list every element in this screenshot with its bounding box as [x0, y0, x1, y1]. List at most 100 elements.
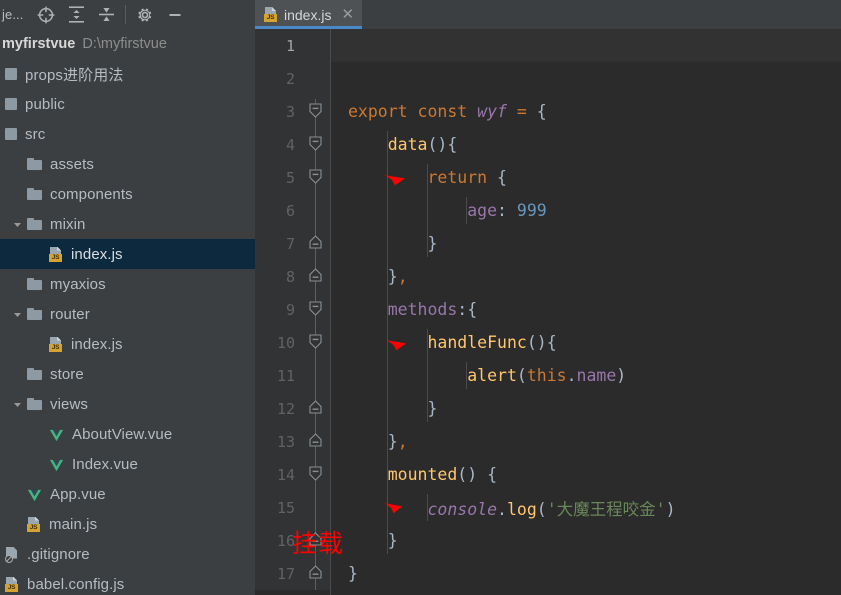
code-line[interactable]: 17}	[255, 557, 841, 590]
tab-index-js[interactable]: JS index.js ✕	[255, 0, 363, 29]
code-line[interactable]: 3 export const wyf = {	[255, 95, 841, 128]
tree-item-label: props进阶用法	[25, 66, 124, 84]
fold-expanded-icon[interactable]	[308, 103, 323, 119]
fold-end-icon[interactable]	[308, 532, 323, 548]
code-line[interactable]: 14 mounted() {	[255, 458, 841, 491]
main-area: myfirstvue D:\myfirstvue props进阶用法 public…	[0, 29, 841, 595]
line-number: 12	[276, 399, 295, 418]
code-text: data(){	[387, 135, 458, 154]
tree-item-myaxios[interactable]: myaxios	[0, 269, 255, 299]
project-tool-label[interactable]: je...	[0, 7, 23, 22]
tree-item-index-js[interactable]: JS index.js	[0, 239, 255, 269]
fold-end-icon[interactable]	[308, 400, 323, 416]
fold-end-icon[interactable]	[308, 268, 323, 284]
code-line[interactable]: 4 data(){	[255, 128, 841, 161]
js-file-icon: JS	[49, 336, 63, 352]
tree-item-main-js[interactable]: JS main.js	[0, 509, 255, 539]
js-file-icon: JS	[27, 516, 41, 532]
tree-item-babel-config-js[interactable]: JS babel.config.js	[0, 569, 255, 595]
tree-item-label: assets	[50, 155, 94, 173]
js-file-icon: JS	[264, 7, 278, 22]
chevron-down-icon[interactable]	[13, 220, 22, 229]
tree-item-label: AboutView.vue	[72, 425, 173, 443]
fold-expanded-icon[interactable]	[308, 466, 323, 482]
tree-item-public[interactable]: public	[0, 89, 255, 119]
code-line[interactable]: 11 alert(this.name)	[255, 359, 841, 392]
vue-file-icon	[27, 487, 42, 502]
code-line[interactable]: 5 return {	[255, 161, 841, 194]
line-number: 2	[285, 69, 295, 88]
tree-item-label: main.js	[49, 515, 98, 533]
tree-item-components[interactable]: components	[0, 179, 255, 209]
module-icon	[5, 128, 17, 140]
code-line[interactable]: 10 handleFunc(){	[255, 326, 841, 359]
tree-item-label: mixin	[50, 215, 86, 233]
tree-item-props[interactable]: props进阶用法	[0, 59, 255, 89]
line-number: 9	[285, 300, 295, 319]
folder-icon	[27, 307, 42, 321]
code-line[interactable]: 1	[255, 29, 841, 62]
code-line[interactable]: 13 },	[255, 425, 841, 458]
folder-icon	[27, 367, 42, 381]
line-number: 5	[285, 168, 295, 187]
code-text: alert(this.name)	[467, 366, 627, 385]
fold-expanded-icon[interactable]	[308, 301, 323, 317]
gear-icon[interactable]	[130, 1, 160, 28]
code-text: console.log('大魔王程咬金')	[427, 499, 676, 519]
code-line[interactable]: 6 age: 999	[255, 194, 841, 227]
code-line[interactable]: 15 console.log('大魔王程咬金')	[255, 491, 841, 524]
code-line[interactable]: 7 }	[255, 227, 841, 260]
expand-all-icon[interactable]	[61, 1, 91, 28]
code-text: }	[387, 531, 398, 550]
code-line[interactable]: 9 methods:{	[255, 293, 841, 326]
code-line[interactable]: 12 }	[255, 392, 841, 425]
tree-item-label: .gitignore	[27, 545, 90, 563]
line-number: 10	[276, 333, 295, 352]
tree-item-src[interactable]: src	[0, 119, 255, 149]
line-number: 1	[285, 36, 295, 55]
close-icon[interactable]: ✕	[341, 7, 354, 22]
fold-end-icon[interactable]	[308, 433, 323, 449]
minimize-icon[interactable]	[160, 1, 190, 28]
tree-item-aboutview-vue[interactable]: AboutView.vue	[0, 419, 255, 449]
tree-item-index-js[interactable]: JS index.js	[0, 329, 255, 359]
code-line[interactable]: 8 },	[255, 260, 841, 293]
fold-end-icon[interactable]	[308, 565, 323, 581]
project-root-path: D:\myfirstvue	[82, 36, 167, 52]
toolbar-separator	[125, 5, 127, 24]
indent-guide	[386, 131, 388, 554]
tree-item-gitignore[interactable]: .gitignore	[0, 539, 255, 569]
locate-target-icon[interactable]	[31, 1, 61, 28]
tree-item-router[interactable]: router	[0, 299, 255, 329]
tree-item-store[interactable]: store	[0, 359, 255, 389]
indent-guide	[426, 164, 428, 257]
fold-end-icon[interactable]	[308, 235, 323, 251]
tree-item-assets[interactable]: assets	[0, 149, 255, 179]
line-number: 14	[276, 465, 295, 484]
top-bar: je... JS index.js ✕	[0, 0, 841, 29]
fold-expanded-icon[interactable]	[308, 334, 323, 350]
tree-item-index-vue[interactable]: Index.vue	[0, 449, 255, 479]
line-number: 16	[276, 531, 295, 550]
tree-item-app-vue[interactable]: App.vue	[0, 479, 255, 509]
fold-expanded-icon[interactable]	[308, 136, 323, 152]
line-number: 8	[285, 267, 295, 286]
tree-item-label: public	[25, 95, 65, 113]
code-line[interactable]: 2	[255, 62, 841, 95]
project-root-row[interactable]: myfirstvue D:\myfirstvue	[0, 29, 255, 59]
project-toolbar	[31, 1, 190, 28]
collapse-all-icon[interactable]	[91, 1, 121, 28]
module-icon	[5, 98, 17, 110]
project-tree-panel[interactable]: myfirstvue D:\myfirstvue props进阶用法 public…	[0, 29, 255, 595]
code-editor[interactable]: 1 2 3 export const wyf = {4 data(){5 return…	[255, 29, 841, 595]
tree-item-label: index.js	[71, 335, 123, 353]
chevron-down-icon[interactable]	[13, 400, 22, 409]
tree-item-label: babel.config.js	[27, 575, 125, 593]
indent-guide	[466, 197, 468, 224]
chevron-down-icon[interactable]	[13, 310, 22, 319]
fold-expanded-icon[interactable]	[308, 169, 323, 185]
tree-item-mixin[interactable]: mixin	[0, 209, 255, 239]
code-text: }	[427, 234, 438, 253]
code-line[interactable]: 16 }	[255, 524, 841, 557]
tree-item-views[interactable]: views	[0, 389, 255, 419]
